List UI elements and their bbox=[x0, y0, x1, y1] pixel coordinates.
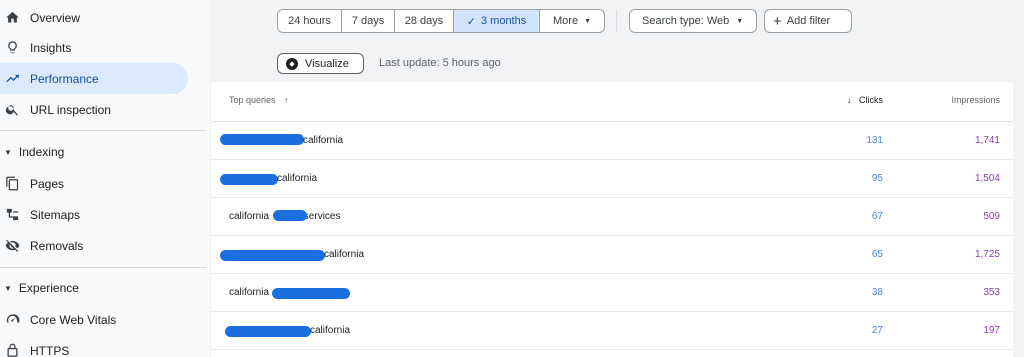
redaction-mark bbox=[220, 250, 325, 261]
query-text: california bbox=[277, 173, 318, 184]
clicks-value: 65 bbox=[871, 249, 883, 260]
search-type-dropdown[interactable]: Search type: Web ▼ bbox=[629, 9, 757, 33]
impressions-value: 509 bbox=[983, 211, 1000, 222]
home-icon bbox=[4, 10, 20, 26]
sidebar-item-label: Core Web Vitals bbox=[30, 312, 117, 327]
query-text: california bbox=[303, 135, 344, 146]
caret-down-icon: ▼ bbox=[4, 283, 12, 293]
sidebar-item-label: HTTPS bbox=[30, 343, 70, 357]
sidebar-item-label: Removals bbox=[30, 238, 84, 253]
column-header-queries[interactable]: Top queries ↑ bbox=[229, 95, 289, 105]
column-header-impressions[interactable]: Impressions bbox=[951, 95, 1000, 105]
last-update-text: Last update: 5 hours ago bbox=[379, 57, 501, 69]
impressions-value: 1,504 bbox=[974, 173, 1000, 184]
redaction-mark bbox=[220, 174, 278, 185]
sidebar-divider bbox=[0, 267, 206, 268]
redaction-mark bbox=[273, 210, 307, 221]
sidebar-item-removals[interactable]: Removals bbox=[0, 230, 188, 261]
search-icon bbox=[4, 102, 20, 118]
more-ranges-button[interactable]: More ▼ bbox=[540, 10, 604, 32]
table-header: Top queries ↑ ↓ Clicks Impressions bbox=[211, 82, 1013, 122]
sidebar-item-url-inspection[interactable]: URL inspection bbox=[0, 94, 188, 125]
range-3-months[interactable]: ✓ 3 months bbox=[454, 10, 540, 32]
table-row[interactable]: california 27 197 bbox=[211, 312, 1013, 350]
table-row[interactable]: california 95 1,504 bbox=[211, 160, 1013, 198]
sidebar: Overview Insights Performance URL inspec… bbox=[0, 0, 210, 357]
query-text: california bbox=[324, 249, 365, 260]
sidebar-section-experience[interactable]: ▼ Experience bbox=[0, 276, 79, 300]
sidebar-item-core-web-vitals[interactable]: Core Web Vitals bbox=[0, 304, 188, 335]
visualize-button[interactable]: ◆ Visualize bbox=[277, 53, 364, 74]
sidebar-item-insights[interactable]: Insights bbox=[0, 32, 188, 63]
add-filter-button[interactable]: + Add filter bbox=[764, 9, 852, 33]
arrow-down-icon: ↓ bbox=[846, 95, 852, 105]
visualize-icon: ◆ bbox=[286, 57, 298, 70]
clicks-value: 95 bbox=[871, 173, 883, 184]
sidebar-item-https[interactable]: HTTPS bbox=[0, 335, 188, 357]
query-text: california bbox=[229, 287, 270, 298]
table-row[interactable]: california services 67 509 bbox=[211, 198, 1013, 236]
plus-icon: + bbox=[773, 12, 782, 30]
section-label: Experience bbox=[18, 281, 79, 295]
range-7-days[interactable]: 7 days bbox=[342, 10, 395, 32]
redaction-mark bbox=[225, 326, 311, 337]
impressions-value: 353 bbox=[983, 287, 1000, 298]
table-row[interactable]: california 65 1,725 bbox=[211, 236, 1013, 274]
impressions-value: 1,725 bbox=[974, 249, 1000, 260]
trending-up-icon bbox=[4, 71, 20, 87]
arrow-up-icon: ↑ bbox=[284, 95, 289, 105]
sidebar-section-indexing[interactable]: ▼ Indexing bbox=[0, 140, 64, 164]
impressions-value: 197 bbox=[983, 325, 1000, 336]
clicks-value: 27 bbox=[871, 325, 883, 336]
clicks-value: 38 bbox=[871, 287, 883, 298]
pages-icon bbox=[4, 176, 20, 192]
gauge-icon bbox=[4, 312, 20, 328]
sidebar-item-label: Performance bbox=[30, 71, 99, 86]
range-28-days[interactable]: 28 days bbox=[395, 10, 454, 32]
range-24-hours[interactable]: 24 hours bbox=[278, 10, 342, 32]
clicks-value: 67 bbox=[871, 211, 883, 222]
sidebar-item-label: Insights bbox=[30, 40, 72, 55]
sidebar-divider bbox=[0, 130, 206, 131]
redaction-mark bbox=[272, 288, 350, 299]
impressions-value: 1,741 bbox=[974, 135, 1000, 146]
section-label: Indexing bbox=[18, 145, 65, 159]
lock-icon bbox=[4, 343, 20, 357]
queries-table: Top queries ↑ ↓ Clicks Impressions calif… bbox=[211, 82, 1013, 357]
sidebar-item-overview[interactable]: Overview bbox=[0, 2, 188, 33]
sidebar-item-label: URL inspection bbox=[30, 102, 111, 117]
caret-down-icon: ▼ bbox=[4, 147, 12, 157]
table-row[interactable]: california 131 1,741 bbox=[211, 122, 1013, 160]
sidebar-item-label: Pages bbox=[30, 176, 65, 191]
sitemap-icon bbox=[4, 207, 20, 223]
eye-off-icon bbox=[4, 238, 20, 254]
sidebar-item-sitemaps[interactable]: Sitemaps bbox=[0, 199, 188, 230]
date-range-selector: 24 hours 7 days 28 days ✓ 3 months More … bbox=[277, 9, 605, 33]
caret-down-icon: ▼ bbox=[584, 17, 591, 25]
check-icon: ✓ bbox=[466, 15, 476, 28]
sidebar-item-performance[interactable]: Performance bbox=[0, 63, 188, 94]
sidebar-item-label: Overview bbox=[30, 10, 81, 25]
column-header-clicks[interactable]: ↓ Clicks bbox=[847, 95, 883, 105]
table-row[interactable]: california 38 353 bbox=[211, 274, 1013, 312]
lightbulb-icon bbox=[4, 40, 20, 56]
sidebar-item-label: Sitemaps bbox=[30, 207, 81, 222]
sidebar-item-pages[interactable]: Pages bbox=[0, 168, 188, 199]
query-text: california bbox=[310, 325, 351, 336]
caret-down-icon: ▼ bbox=[736, 17, 744, 25]
toolbar-divider bbox=[616, 10, 617, 32]
clicks-value: 131 bbox=[866, 135, 883, 146]
redaction-mark bbox=[220, 134, 304, 145]
